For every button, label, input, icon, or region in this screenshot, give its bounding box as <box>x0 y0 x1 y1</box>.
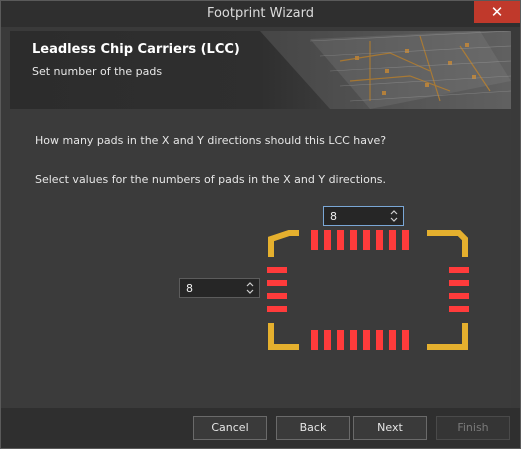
x-pads-input[interactable] <box>330 209 380 223</box>
close-button[interactable]: ✕ <box>474 1 520 23</box>
corner-top-right <box>427 230 468 257</box>
corner-bottom-right <box>427 323 468 350</box>
wizard-window: Footprint Wizard ✕ Leadless Chip Carrier… <box>0 0 521 449</box>
bottom-pad-row <box>311 330 409 350</box>
wizard-banner: Leadless Chip Carriers (LCC) Set number … <box>10 31 511 109</box>
y-pads-input[interactable] <box>186 281 236 295</box>
corner-top-left <box>268 230 299 257</box>
banner-subtitle: Set number of the pads <box>32 65 163 78</box>
close-icon: ✕ <box>490 3 504 21</box>
banner-title: Leadless Chip Carriers (LCC) <box>32 42 240 57</box>
finish-button: Finish <box>436 416 510 440</box>
back-button[interactable]: Back <box>276 416 350 440</box>
right-pad-column <box>449 267 469 312</box>
question-text: How many pads in the X and Y directions … <box>35 134 387 147</box>
wizard-footer: Cancel Back Next Finish <box>1 408 520 448</box>
lcc-footprint-preview <box>267 230 469 350</box>
title-bar: Footprint Wizard ✕ <box>1 1 520 27</box>
left-pad-column <box>267 267 287 312</box>
spin-arrows-icon[interactable] <box>388 208 400 224</box>
window-title: Footprint Wizard <box>206 6 315 21</box>
corner-bottom-left <box>268 323 299 350</box>
spin-arrows-icon[interactable] <box>244 280 256 296</box>
next-button[interactable]: Next <box>353 416 427 440</box>
y-pads-spinbox[interactable] <box>179 278 260 298</box>
x-pads-spinbox[interactable] <box>323 206 404 226</box>
top-pad-row <box>311 230 409 250</box>
cancel-button[interactable]: Cancel <box>193 416 267 440</box>
instruction-text: Select values for the numbers of pads in… <box>35 173 387 186</box>
